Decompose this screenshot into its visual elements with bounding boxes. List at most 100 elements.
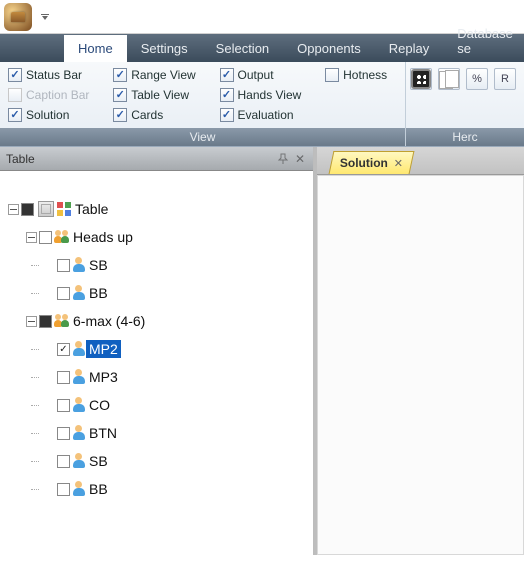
tree-node-label: MP2: [86, 340, 121, 358]
checkbox-icon[interactable]: [113, 88, 127, 102]
tab-solution-label: Solution: [340, 156, 388, 170]
qat-dropdown-icon[interactable]: [40, 12, 50, 22]
cards-icon[interactable]: [438, 68, 460, 90]
ribbon-check-output[interactable]: Output: [220, 68, 312, 82]
ribbon-tab-opponents[interactable]: Opponents: [283, 35, 375, 62]
checkbox-icon[interactable]: [220, 108, 234, 122]
tree-node-label: 6-max (4-6): [70, 312, 148, 330]
tree-checkbox[interactable]: [57, 287, 70, 300]
ribbon-check-solution[interactable]: Solution: [8, 108, 99, 122]
ribbon-item-label: Cards: [131, 108, 163, 122]
tab-solution[interactable]: Solution ✕: [329, 151, 415, 174]
solution-content: [317, 175, 524, 555]
ribbon-item-label: Hotness: [343, 68, 387, 82]
checkbox-icon[interactable]: [113, 68, 127, 82]
ribbon-tab-selection[interactable]: Selection: [202, 35, 283, 62]
tree-item-bb[interactable]: BB: [8, 279, 309, 307]
close-icon[interactable]: ✕: [295, 153, 307, 165]
expander-icon[interactable]: [8, 204, 19, 215]
tree-group-6-max-4-6-[interactable]: 6-max (4-6): [8, 307, 309, 335]
checkbox-icon[interactable]: [113, 108, 127, 122]
person-icon: [72, 453, 86, 469]
people-icon: [54, 313, 70, 329]
tree-item-co[interactable]: CO: [8, 391, 309, 419]
tree-item-bb[interactable]: BB: [8, 475, 309, 503]
expander-icon[interactable]: [26, 232, 37, 243]
dice-icon[interactable]: [410, 68, 432, 90]
tree-node-label: Table: [72, 200, 111, 218]
tree-node-label: MP3: [86, 368, 121, 386]
ribbon-item-label: Table View: [131, 88, 189, 102]
person-icon: [72, 341, 86, 357]
ribbon-group-label: View: [0, 128, 405, 146]
percent-button[interactable]: %: [466, 68, 488, 90]
tree-item-sb[interactable]: SB: [8, 251, 309, 279]
ribbon-check-cards[interactable]: Cards: [113, 108, 205, 122]
ribbon-item-label: Solution: [26, 108, 69, 122]
ribbon-check-hands-view[interactable]: Hands View: [220, 88, 312, 102]
tree-node-label: BB: [86, 284, 111, 302]
tree-checkbox[interactable]: [39, 315, 52, 328]
ribbon-check-hotness[interactable]: Hotness: [325, 68, 397, 82]
ribbon-tabstrip: HomeSettingsSelectionOpponentsReplayData…: [0, 34, 524, 62]
tab-close-icon[interactable]: ✕: [394, 157, 403, 170]
tree-node-label: SB: [86, 452, 111, 470]
person-icon: [72, 369, 86, 385]
pin-icon[interactable]: [277, 153, 289, 165]
tree-root-table[interactable]: Table: [8, 195, 309, 223]
ribbon-group-view: Status Bar Caption Bar Solution Range View T…: [0, 62, 406, 146]
person-icon: [72, 285, 86, 301]
person-icon: [72, 397, 86, 413]
ribbon-tab-settings[interactable]: Settings: [127, 35, 202, 62]
ribbon-tab-home[interactable]: Home: [64, 35, 127, 62]
ribbon-item-label: Range View: [131, 68, 196, 82]
ribbon-tab-replay[interactable]: Replay: [375, 35, 443, 62]
ribbon-item-label: Status Bar: [26, 68, 82, 82]
people-icon: [54, 229, 70, 245]
tree-item-btn[interactable]: BTN: [8, 419, 309, 447]
tree-item-mp2[interactable]: MP2: [8, 335, 309, 363]
ribbon-group-hero: % R Herc: [406, 62, 524, 146]
person-icon: [72, 257, 86, 273]
tree-checkbox[interactable]: [57, 371, 70, 384]
tree-checkbox[interactable]: [39, 231, 52, 244]
ribbon-check-evaluation[interactable]: Evaluation: [220, 108, 312, 122]
checkbox-icon[interactable]: [220, 88, 234, 102]
tree-checkbox[interactable]: [57, 483, 70, 496]
tree-checkbox[interactable]: [57, 343, 70, 356]
app-icon[interactable]: [4, 3, 32, 31]
document-tabwell: Solution ✕: [317, 147, 524, 175]
tree-checkbox[interactable]: [57, 259, 70, 272]
ribbon-tab-database[interactable]: Database se: [443, 20, 524, 62]
tree-checkbox[interactable]: [21, 203, 34, 216]
tree-group-heads-up[interactable]: Heads up: [8, 223, 309, 251]
expander-icon[interactable]: [26, 316, 37, 327]
tree-checkbox[interactable]: [57, 427, 70, 440]
ribbon-check-status-bar[interactable]: Status Bar: [8, 68, 99, 82]
panel-table-header: Table ✕: [0, 147, 313, 171]
checkbox-icon[interactable]: [220, 68, 234, 82]
ribbon: Status Bar Caption Bar Solution Range View T…: [0, 62, 524, 147]
ribbon-item-label: Hands View: [238, 88, 302, 102]
ribbon-item-label: Output: [238, 68, 274, 82]
tree-item-mp3[interactable]: MP3: [8, 363, 309, 391]
table-icon: [38, 201, 54, 217]
person-icon: [72, 425, 86, 441]
tree-node-label: BB: [86, 480, 111, 498]
checkbox-icon: [8, 88, 22, 102]
checkbox-icon[interactable]: [8, 68, 22, 82]
checkbox-icon[interactable]: [8, 108, 22, 122]
person-icon: [72, 481, 86, 497]
ribbon-check-caption-bar: Caption Bar: [8, 88, 99, 102]
tree: TableHeads upSBBB6-max (4-6)MP2MP3COBTNS…: [0, 171, 313, 555]
checkbox-icon[interactable]: [325, 68, 339, 82]
ribbon-check-table-view[interactable]: Table View: [113, 88, 205, 102]
panel-solution: Solution ✕: [314, 147, 524, 555]
ribbon-group-hero-label: Herc: [406, 128, 524, 146]
tree-checkbox[interactable]: [57, 399, 70, 412]
ribbon-item-label: Caption Bar: [26, 88, 89, 102]
tree-checkbox[interactable]: [57, 455, 70, 468]
ribbon-check-range-view[interactable]: Range View: [113, 68, 205, 82]
r-button[interactable]: R: [494, 68, 516, 90]
tree-item-sb[interactable]: SB: [8, 447, 309, 475]
